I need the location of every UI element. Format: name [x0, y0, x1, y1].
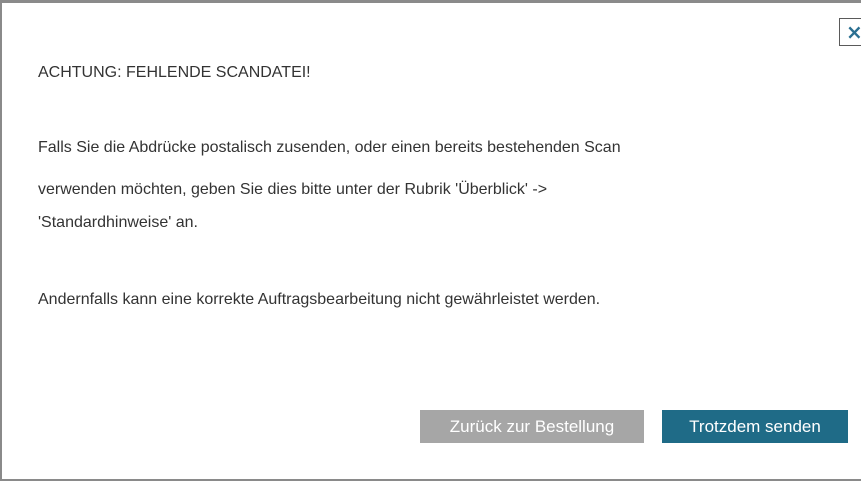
dialog-title: ACHTUNG: FEHLENDE SCANDATEI! [38, 64, 311, 81]
missing-scan-dialog: × ACHTUNG: FEHLENDE SCANDATEI! Falls Sie… [0, 0, 861, 481]
back-to-order-button[interactable]: Zurück zur Bestellung [420, 410, 644, 443]
send-anyway-button[interactable]: Trotzdem senden [662, 410, 848, 443]
warning-text: Andernfalls kann eine korrekte Auftragsb… [38, 291, 601, 308]
close-icon[interactable]: × [839, 18, 861, 46]
body-line-1: Falls Sie die Abdrücke postalisch zusend… [38, 139, 621, 156]
body-line-3: 'Standardhinweise' an. [38, 214, 198, 231]
body-line-2: verwenden möchten, geben Sie dies bitte … [38, 181, 548, 198]
